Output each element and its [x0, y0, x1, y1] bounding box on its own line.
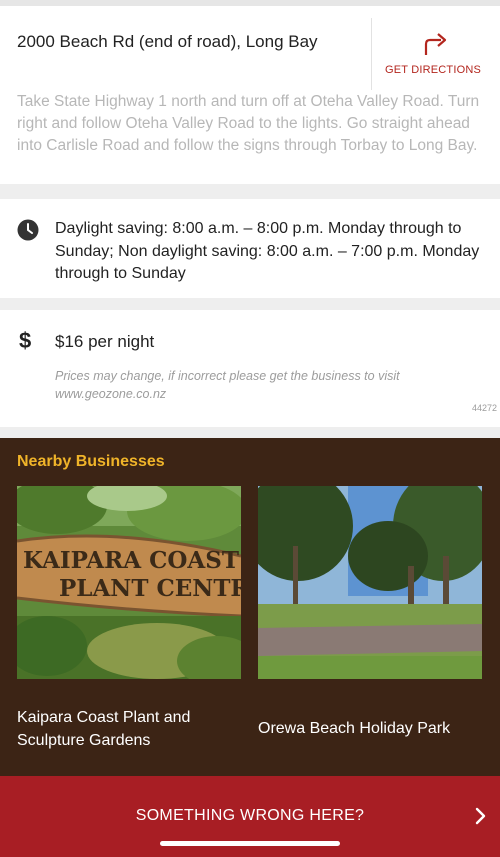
something-wrong-button[interactable]: SOMETHING WRONG HERE?	[0, 776, 500, 857]
get-directions-button[interactable]: GET DIRECTIONS	[372, 24, 500, 86]
nearby-business-card[interactable]: KAIPARA COAST PLANT CENTRE Kaipara Coast…	[17, 486, 241, 749]
hours-card: Daylight saving: 8:00 a.m. – 8:00 p.m. M…	[0, 199, 500, 298]
something-wrong-label: SOMETHING WRONG HERE?	[135, 807, 365, 824]
nearby-businesses-section: Nearby Businesses KAIPARA COAST PLANT CE…	[0, 438, 500, 776]
price-disclaimer: Prices may change, if incorrect please g…	[55, 369, 400, 401]
business-photo	[258, 486, 482, 679]
business-photo: KAIPARA COAST PLANT CENTRE	[17, 486, 241, 679]
opening-hours-text: Daylight saving: 8:00 a.m. – 8:00 p.m. M…	[55, 220, 480, 282]
listing-id: 44272	[471, 403, 497, 413]
directions-arrow-icon	[424, 33, 447, 55]
svg-text:PLANT CENTRE: PLANT CENTRE	[59, 575, 241, 602]
clock-icon	[17, 219, 39, 241]
dollar-icon: $	[19, 328, 32, 353]
business-name: Kaipara Coast Plant and Sculpture Garden…	[17, 709, 191, 749]
get-directions-label: GET DIRECTIONS	[384, 64, 482, 76]
directions-text: Take State Highway 1 north and turn off …	[17, 93, 480, 154]
address-text: 2000 Beach Rd (end of road), Long Bay	[17, 32, 318, 51]
chevron-right-icon	[475, 807, 486, 825]
nearby-business-card[interactable]: Orewa Beach Holiday Park	[258, 486, 482, 737]
business-name: Orewa Beach Holiday Park	[258, 720, 451, 737]
price-text: $16 per night	[55, 332, 155, 351]
section-title: Nearby Businesses	[17, 453, 165, 470]
home-indicator	[160, 841, 340, 846]
svg-text:KAIPARA COAST: KAIPARA COAST	[23, 547, 239, 574]
price-card: $ $16 per night Prices may change, if in…	[0, 310, 500, 427]
location-card: 2000 Beach Rd (end of road), Long Bay GE…	[0, 6, 500, 184]
